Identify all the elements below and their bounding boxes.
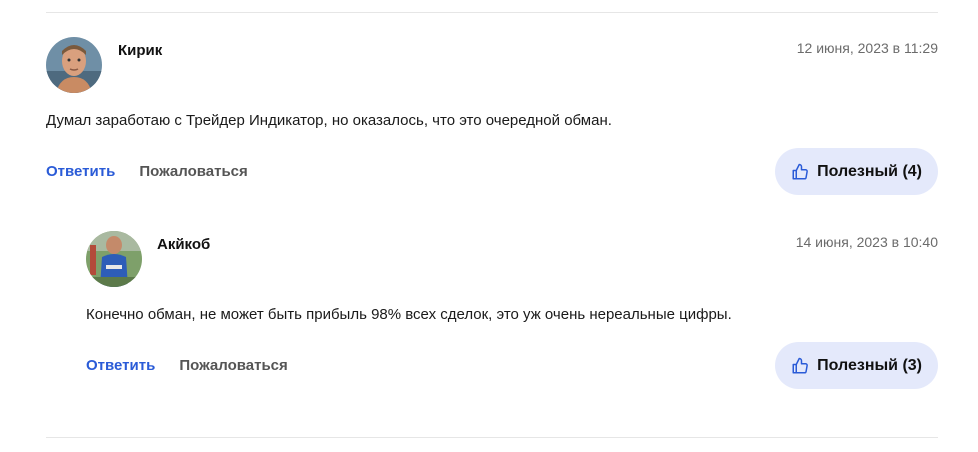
reply-link[interactable]: Ответить: [86, 357, 155, 374]
complain-link[interactable]: Пожаловаться: [179, 357, 287, 374]
comment-actions: Ответить Пожаловаться: [46, 163, 248, 180]
useful-button[interactable]: Полезный (4): [775, 148, 938, 195]
thumbs-up-icon: [791, 163, 809, 181]
useful-label: Полезный (3): [817, 356, 922, 374]
reply-link[interactable]: Ответить: [46, 163, 115, 180]
comment-actions: Ответить Пожаловаться: [86, 357, 288, 374]
useful-label: Полезный (4): [817, 162, 922, 180]
useful-button[interactable]: Полезный (3): [775, 342, 938, 389]
comment-text: Конечно обман, не может быть прибыль 98%…: [86, 306, 732, 323]
avatar[interactable]: [46, 37, 102, 93]
author-name: Акйкоб: [157, 236, 211, 253]
complain-link[interactable]: Пожаловаться: [139, 163, 247, 180]
thumbs-up-icon: [791, 357, 809, 375]
comment-date: 14 июня, 2023 в 10:40: [795, 234, 938, 250]
bottom-divider: [46, 437, 938, 438]
comment-text: Думал заработаю с Трейдер Индикатор, но …: [46, 112, 612, 129]
author-name: Кирик: [118, 42, 163, 59]
avatar[interactable]: [86, 231, 142, 287]
comment-date: 12 июня, 2023 в 11:29: [796, 40, 938, 56]
top-divider: [46, 12, 938, 13]
